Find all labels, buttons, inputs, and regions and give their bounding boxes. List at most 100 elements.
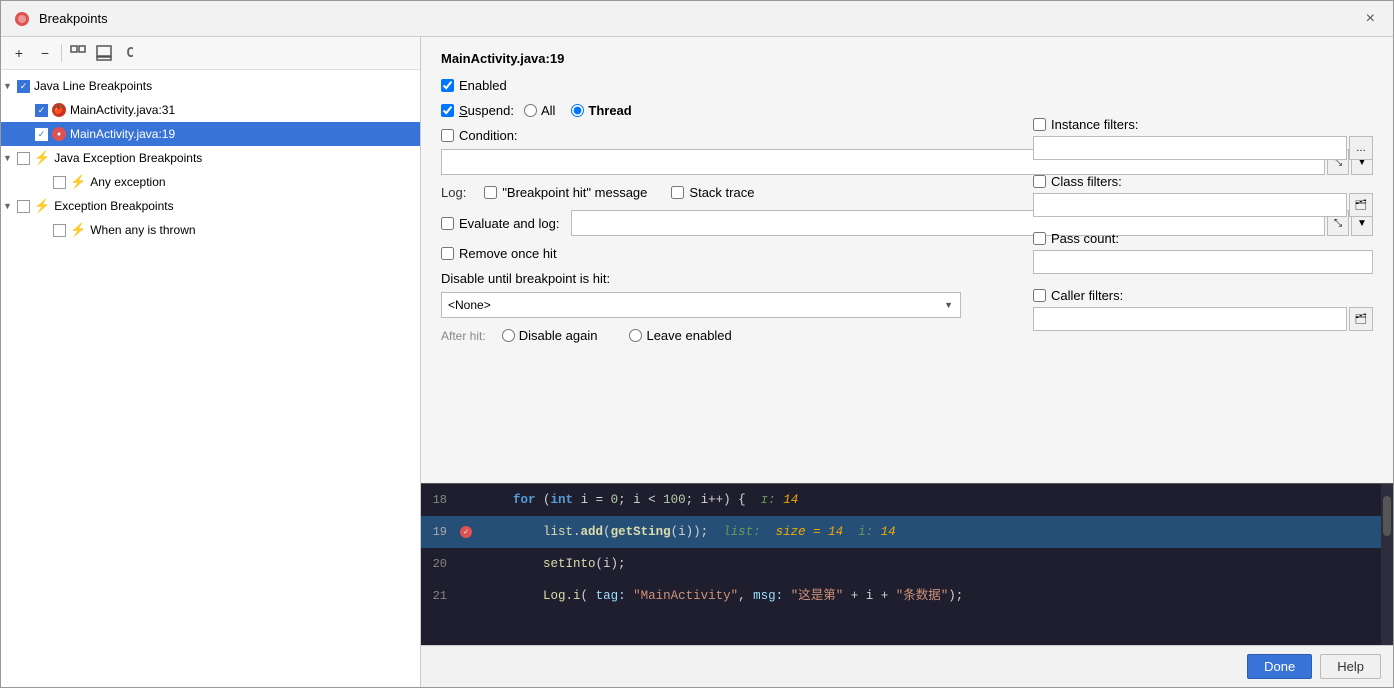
enabled-checkbox-label[interactable]: Enabled [441,78,507,93]
line-num-19: 19 [421,525,457,539]
remove-once-hit-label[interactable]: Remove once hit [441,246,557,261]
class-filter-checkbox-label[interactable]: Class filters: [1033,174,1122,189]
checkbox-mainactivity-19[interactable]: ✓ [35,128,48,141]
all-radio-label[interactable]: All [524,103,555,118]
tree-item-mainactivity-31[interactable]: ✓ 🍎 MainActivity.java:31 [1,98,420,122]
pass-count-input[interactable] [1033,250,1373,274]
checkbox-any-exception[interactable] [53,176,66,189]
evaluate-checkbox-label[interactable]: Evaluate and log: [441,216,559,231]
class-filter-input[interactable] [1033,193,1347,217]
lightning-any-exception: ⚡ [70,174,86,190]
help-button[interactable]: Help [1320,654,1381,679]
caller-filter-browse-button[interactable]: 🗂 [1349,307,1373,331]
class-filter-label-row: Class filters: [1033,174,1373,189]
instance-filter-checkbox-label[interactable]: Instance filters: [1033,117,1138,132]
code-text-18: for (int i = 0; i < 100; i++) { ɪ: 14 [475,484,1393,516]
instance-filter-group: Instance filters: … [1033,117,1373,160]
class-filter-checkbox[interactable] [1033,175,1046,188]
leave-enabled-text: Leave enabled [646,328,731,343]
enabled-checkbox[interactable] [441,79,454,92]
remove-label: Remove once hit [459,246,557,261]
checkbox-java-line[interactable]: ✓ [17,80,30,93]
content-area: + − C [1,37,1393,687]
disable-again-text: Disable again [519,328,598,343]
checkbox-mainactivity-31[interactable]: ✓ [35,104,48,117]
stack-trace-checkbox[interactable] [671,186,684,199]
class-filter-browse-button[interactable]: 🗂 [1349,193,1373,217]
checkbox-java-exception-wrap [17,152,30,165]
toolbar-separator [61,44,62,62]
breakpoints-icon [13,10,31,28]
instance-filter-browse-button[interactable]: … [1349,136,1373,160]
checkbox-java-exception[interactable] [17,152,30,165]
right-panel: MainActivity.java:19 Enabled Suspend: [421,37,1393,687]
caller-filter-input[interactable] [1033,307,1347,331]
toggle-java-line: ▼ [3,81,15,91]
add-button[interactable]: + [7,41,31,65]
line-num-18: 18 [421,493,457,507]
condition-label: Condition: [459,128,518,143]
code-scrollbar[interactable] [1381,484,1393,645]
log-label: Log: [441,185,466,200]
instance-filter-checkbox[interactable] [1033,118,1046,131]
export-button[interactable] [92,41,116,65]
checkbox-any-exception-wrap [53,176,66,189]
thread-radio[interactable] [571,104,584,117]
pass-count-label: Pass count: [1051,231,1119,246]
right-panel-inner: MainActivity.java:19 Enabled Suspend: [421,37,1393,645]
bp-marker-19: ✓ [457,526,475,538]
checkbox-when-thrown[interactable] [53,224,66,237]
tree-item-mainactivity-19[interactable]: ✓ ● MainActivity.java:19 [1,122,420,146]
close-button[interactable]: × [1360,8,1381,30]
code-text-20: setInto(i); [475,548,1393,580]
group-icon [70,45,86,61]
remove-button[interactable]: − [33,41,57,65]
stack-trace-checkbox-label[interactable]: Stack trace [671,185,754,200]
checkbox-exception-wrap [17,200,30,213]
bp-hit-checkbox-label[interactable]: "Breakpoint hit" message [484,185,647,200]
remove-once-hit-checkbox[interactable] [441,247,454,260]
code-area: 18 for (int i = 0; i < 100; i++) { ɪ: 14… [421,483,1393,645]
thread-radio-label[interactable]: Thread [571,103,631,118]
bp-check-19: ✓ [464,527,469,537]
condition-checkbox-label[interactable]: Condition: [441,128,518,143]
pass-count-label-row: Pass count: [1033,231,1373,246]
bottom-bar: Done Help [421,645,1393,687]
leave-enabled-radio[interactable] [629,329,642,342]
suspend-checkbox-label[interactable]: Suspend: [441,103,514,118]
toggle-java-exception: ▼ [3,153,15,163]
filter-button[interactable]: C [118,41,142,65]
tree-item-when-thrown[interactable]: ⚡ When any is thrown [1,218,420,242]
file-title: MainActivity.java:19 [441,51,1373,66]
none-select[interactable]: <None> [441,292,961,318]
group-button[interactable] [66,41,90,65]
pass-count-checkbox[interactable] [1033,232,1046,245]
evaluate-checkbox[interactable] [441,217,454,230]
left-panel: + − C [1,37,421,687]
title-bar: Breakpoints × [1,1,1393,37]
checkbox-exception[interactable] [17,200,30,213]
tree-group-java-exception[interactable]: ▼ ⚡ Java Exception Breakpoints [1,146,420,170]
caller-filter-checkbox-label[interactable]: Caller filters: [1033,288,1123,303]
condition-checkbox[interactable] [441,129,454,142]
bp-hit-checkbox[interactable] [484,186,497,199]
enabled-row: Enabled [441,78,1373,93]
enabled-label: Enabled [459,78,507,93]
tree-group-java-line[interactable]: ▼ ✓ Java Line Breakpoints [1,74,420,98]
code-line-18: 18 for (int i = 0; i < 100; i++) { ɪ: 14 [421,484,1393,516]
done-button[interactable]: Done [1247,654,1312,679]
lightning-java-exception: ⚡ [34,150,50,166]
caller-filter-checkbox[interactable] [1033,289,1046,302]
leave-enabled-label[interactable]: Leave enabled [629,328,731,343]
tree-item-any-exception[interactable]: ⚡ Any exception [1,170,420,194]
pass-count-checkbox-label[interactable]: Pass count: [1033,231,1119,246]
tree-group-exception[interactable]: ▼ ⚡ Exception Breakpoints [1,194,420,218]
mainactivity-31-label: MainActivity.java:31 [70,103,175,117]
java-exception-label: Java Exception Breakpoints [54,151,202,165]
all-radio[interactable] [524,104,537,117]
suspend-checkbox[interactable] [441,104,454,117]
disable-again-radio[interactable] [502,329,515,342]
stack-trace-label: Stack trace [689,185,754,200]
instance-filter-input[interactable] [1033,136,1347,160]
disable-again-label[interactable]: Disable again [502,328,598,343]
